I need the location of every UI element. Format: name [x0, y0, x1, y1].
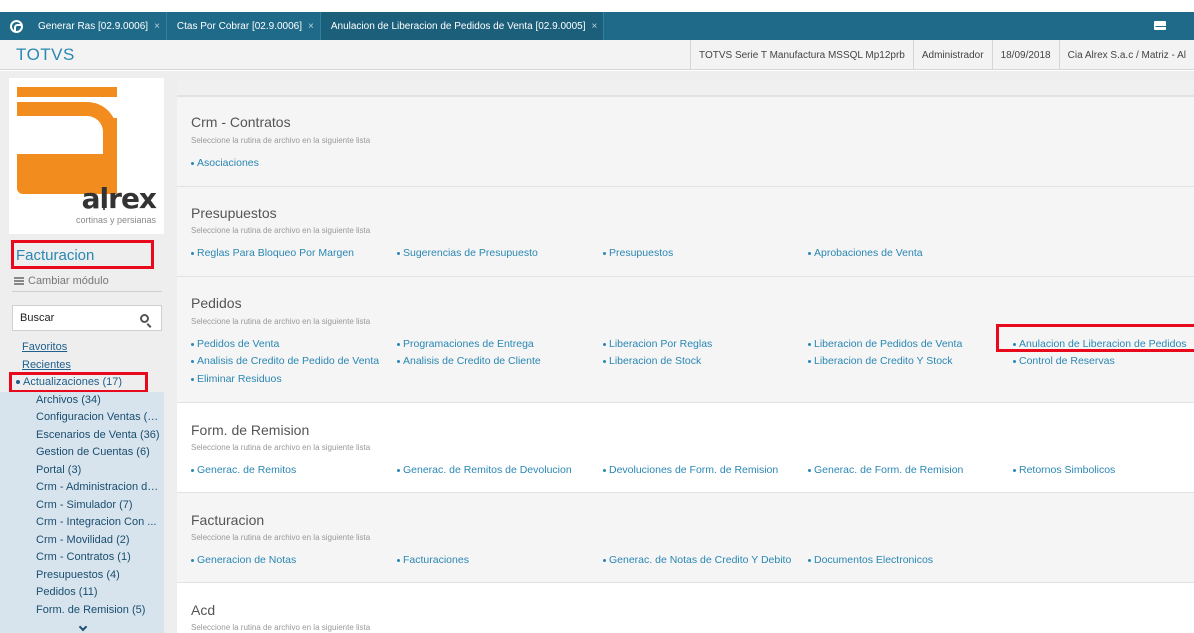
routine-link[interactable]: Control de Reservas	[1013, 355, 1115, 367]
tree-item[interactable]: Escenarios de Venta (36)	[36, 429, 162, 441]
routine-link[interactable]: Liberacion de Stock	[603, 355, 701, 367]
section-crm-contratos: Crm - Contratos Seleccione la rutina de …	[177, 96, 1194, 186]
top-gap	[0, 0, 1194, 12]
close-icon[interactable]: ×	[154, 21, 160, 32]
routine-link[interactable]: Devoluciones de Form. de Remision	[603, 464, 778, 476]
section-subtitle: Seleccione la rutina de archivo en la si…	[191, 317, 371, 326]
tab-anulacion-liberacion[interactable]: Anulacion de Liberacion de Pedidos de Ve…	[320, 12, 605, 40]
tab-ctas-por-cobrar[interactable]: Ctas Por Cobrar [02.9.0006] ×	[167, 12, 321, 40]
tree-item[interactable]: Portal (3)	[36, 464, 162, 476]
tab-label: Anulacion de Liberacion de Pedidos de Ve…	[330, 20, 586, 32]
section-subtitle: Seleccione la rutina de archivo en la si…	[191, 136, 371, 145]
routine-link[interactable]: Liberacion de Pedidos de Venta	[808, 338, 962, 350]
environment-label[interactable]: TOTVS Serie T Manufactura MSSQL Mp12prb	[690, 40, 913, 70]
routine-link[interactable]: Pedidos de Venta	[191, 338, 279, 350]
divider	[12, 291, 162, 292]
routine-link[interactable]: Programaciones de Entrega	[397, 338, 534, 350]
section-subtitle: Seleccione la rutina de archivo en la si…	[191, 226, 371, 235]
search-input[interactable]: Buscar	[12, 305, 162, 331]
menu-icon	[14, 277, 24, 285]
routine-link[interactable]: Sugerencias de Presupuesto	[397, 247, 538, 259]
section-subtitle: Seleccione la rutina de archivo en la si…	[191, 533, 371, 542]
section-facturacion: Facturacion Seleccione la rutina de arch…	[177, 492, 1194, 582]
user-label[interactable]: Administrador	[912, 40, 992, 70]
app-header: TOTVS TOTVS Serie T Manufactura MSSQL Mp…	[0, 40, 1194, 70]
tab-label: Ctas Por Cobrar [02.9.0006]	[176, 20, 302, 32]
tree-item[interactable]: Presupuestos (4)	[36, 569, 162, 581]
date-label[interactable]: 18/09/2018	[991, 40, 1059, 70]
section-subtitle: Seleccione la rutina de archivo en la si…	[191, 443, 371, 452]
section-presupuestos: Presupuestos Seleccione la rutina de arc…	[177, 186, 1194, 276]
tree-item[interactable]: Gestion de Cuentas (6)	[36, 446, 162, 458]
app-menu-icon[interactable]	[4, 12, 28, 40]
routine-link[interactable]: Retornos Simbolicos	[1013, 464, 1115, 476]
highlight-box	[9, 372, 148, 393]
change-module-label: Cambiar módulo	[28, 275, 109, 287]
tab-bar: Generar Ras [02.9.0006] × Ctas Por Cobra…	[0, 12, 1194, 40]
routine-link[interactable]: Generac. de Notas de Credito Y Debito	[603, 554, 791, 566]
search-icon[interactable]	[140, 313, 149, 323]
tree-item[interactable]: Crm - Administracion de...	[36, 481, 162, 493]
section-acd: Acd Seleccione la rutina de archivo en l…	[177, 582, 1194, 633]
tree-item[interactable]: Crm - Integracion Con ...	[36, 516, 162, 528]
header-info: TOTVS Serie T Manufactura MSSQL Mp12prb …	[690, 40, 1194, 70]
section-title: Acd	[191, 602, 216, 618]
section-title: Crm - Contratos	[191, 114, 291, 130]
tree-item[interactable]: Crm - Contratos (1)	[36, 551, 162, 563]
tree-item[interactable]: Form. de Remision (5)	[36, 604, 162, 616]
change-module-button[interactable]: Cambiar módulo	[14, 275, 109, 287]
routine-link[interactable]: Generacion de Notas	[191, 554, 296, 566]
tree-item[interactable]: Archivos (34)	[36, 394, 162, 406]
section-title: Facturacion	[191, 512, 265, 528]
section-title: Form. de Remision	[191, 422, 310, 438]
tree-item[interactable]: Crm - Simulador (7)	[36, 499, 162, 511]
logo-tagline: cortinas y persianas	[75, 215, 156, 225]
routine-link[interactable]: Generac. de Remitos de Devolucion	[397, 464, 572, 476]
routine-link[interactable]: Analisis de Credito de Pedido de Venta	[191, 355, 379, 367]
tree-item[interactable]: Crm - Movilidad (2)	[36, 534, 162, 546]
favorites-link[interactable]: Favoritos	[22, 341, 67, 353]
logo-wordmark: alrex	[81, 182, 157, 215]
routine-link[interactable]: Facturaciones	[397, 554, 469, 566]
routine-link[interactable]: Generac. de Form. de Remision	[808, 464, 963, 476]
recent-link[interactable]: Recientes	[22, 359, 71, 371]
highlight-box	[11, 240, 154, 269]
section-subtitle: Seleccione la rutina de archivo en la si…	[191, 623, 371, 632]
company-label[interactable]: Cia Alrex S.a.c / Matriz - Al	[1058, 40, 1194, 70]
company-logo: alrex cortinas y persianas	[9, 78, 164, 234]
logo-shape	[17, 87, 117, 97]
routine-link[interactable]: Liberacion Por Reglas	[603, 338, 712, 350]
tree-item[interactable]: Pedidos (11)	[36, 586, 162, 598]
tree-item[interactable]: Configuracion Ventas (11)	[36, 411, 162, 423]
close-icon[interactable]: ×	[592, 21, 598, 32]
close-icon[interactable]: ×	[308, 21, 314, 32]
highlight-box	[996, 324, 1194, 352]
section-title: Pedidos	[191, 295, 242, 311]
routine-link[interactable]: Eliminar Residuos	[191, 373, 282, 385]
routine-link[interactable]: Documentos Electronicos	[808, 554, 933, 566]
section-form-remision: Form. de Remision Seleccione la rutina d…	[177, 402, 1194, 492]
routine-link[interactable]: Liberacion de Credito Y Stock	[808, 355, 953, 367]
section-title: Presupuestos	[191, 205, 277, 221]
mail-icon[interactable]	[1154, 21, 1166, 30]
logo-shape	[17, 102, 117, 160]
routine-link[interactable]: Aprobaciones de Venta	[808, 247, 923, 259]
tab-generar-ras[interactable]: Generar Ras [02.9.0006] ×	[28, 12, 167, 40]
routine-link[interactable]: Generac. de Remitos	[191, 464, 296, 476]
routine-link[interactable]: Presupuestos	[603, 247, 673, 259]
routine-link[interactable]: Reglas Para Bloqueo Por Margen	[191, 247, 354, 259]
brand-title: TOTVS	[16, 44, 75, 64]
search-placeholder: Buscar	[20, 312, 55, 324]
routine-link[interactable]: Analisis de Credito de Cliente	[397, 355, 541, 367]
content-top-strip	[177, 80, 1194, 96]
routine-link[interactable]: Asociaciones	[191, 157, 259, 169]
tab-label: Generar Ras [02.9.0006]	[38, 20, 149, 32]
